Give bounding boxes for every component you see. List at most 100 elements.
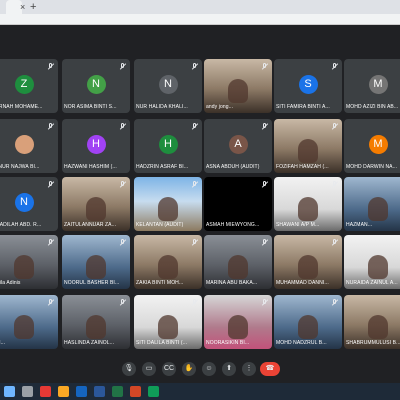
participant-tile[interactable]: N ORADILAH ABD. R... <box>0 177 58 231</box>
participant-name: MARINA ABU BAKA... <box>206 280 258 286</box>
participant-tile[interactable]: ZAITULANNUAR ZA... <box>62 177 130 231</box>
participant-avatar: Z <box>14 75 34 94</box>
participant-avatar: N <box>86 75 106 94</box>
participant-name: SHAWANI A/P M... <box>276 222 320 228</box>
participant-name: ZAKIA BINTI MOH... <box>136 280 184 286</box>
mic-off-icon <box>192 63 198 70</box>
mic-off-icon <box>262 299 268 306</box>
participant-tile[interactable]: KELANTAN (AUDIT) <box>134 177 202 231</box>
participant-tile[interactable]: N NOR ASIMA BINTI S... <box>62 59 130 113</box>
participant-name: ASNA ABDUH (AUDIT) <box>206 164 260 170</box>
participant-avatar: H <box>86 135 106 154</box>
participant-name: HAZMAN... <box>346 222 373 228</box>
participant-tile[interactable]: NURAIDA ZAINUL A... <box>344 235 400 289</box>
present-button[interactable]: ⬆ <box>222 362 236 376</box>
end-call-button[interactable]: ☎ <box>260 362 280 376</box>
raise-hand-button[interactable]: ✋ <box>182 362 196 376</box>
participant-name: NUR HALIDA KHALI... <box>136 104 188 110</box>
mic-off-icon <box>48 63 54 70</box>
participant-tile[interactable]: SIN... <box>0 295 58 349</box>
new-tab-icon[interactable]: + <box>30 1 36 13</box>
emoji-button[interactable]: ☺ <box>202 362 216 376</box>
participant-name: HAZWANI HASHIM (... <box>64 164 117 170</box>
mic-off-icon <box>262 123 268 130</box>
browser-tab[interactable]: × <box>6 0 25 14</box>
captions-button[interactable]: CC <box>162 362 176 376</box>
outlook-icon[interactable] <box>76 386 87 397</box>
participant-name: BARNAH MOHAME... <box>0 104 43 110</box>
participant-tile[interactable]: HASLINDA ZAINOL... <box>62 295 130 349</box>
mic-off-icon <box>262 239 268 246</box>
participant-tile[interactable]: ZAKIA BINTI MOH... <box>134 235 202 289</box>
participant-name: HASLINDA ZAINOL... <box>64 340 115 346</box>
camera-button[interactable]: ▭ <box>142 362 156 376</box>
word-icon[interactable] <box>94 386 105 397</box>
search-icon[interactable] <box>22 386 33 397</box>
participant-tile[interactable]: NOORUL BASHER BI... <box>62 235 130 289</box>
meeting-controls-bar: 🎙 ▭ CC ✋ ☺ ⬆ ⋮ ☎ <box>0 356 400 383</box>
participant-tile[interactable]: M MOHD AZIZI BIN AB... <box>344 59 400 113</box>
participant-avatar: A <box>228 135 248 154</box>
participant-tile[interactable]: S SITI FAMIRA BINTI A... <box>274 59 342 113</box>
mic-off-icon <box>48 299 54 306</box>
edge-icon[interactable] <box>148 386 159 397</box>
browser-address-bar[interactable] <box>0 14 400 25</box>
participant-name: NOORASIKIN BI... <box>206 340 250 346</box>
participant-avatar: N <box>14 193 34 212</box>
mic-off-icon <box>332 181 338 188</box>
mic-off-icon <box>48 181 54 188</box>
participant-video <box>228 79 248 103</box>
participant-video <box>228 315 248 339</box>
participant-tile[interactable]: SITI DALILA BINTI (... <box>134 295 202 349</box>
excel-icon[interactable] <box>112 386 123 397</box>
mic-off-icon <box>332 239 338 246</box>
participant-tile[interactable]: M MOHD DARWIN NA... <box>344 119 400 173</box>
participant-tile[interactable]: NOORASIKIN BI... <box>204 295 272 349</box>
participant-name: IK NUR NAJWA BI... <box>0 164 40 170</box>
participant-name: MOHD NADZRUL B... <box>276 340 327 346</box>
participant-tile[interactable]: H HAZWANI HASHIM (... <box>62 119 130 173</box>
participant-video <box>14 315 34 339</box>
participant-avatar: H <box>158 135 178 154</box>
participant-tile[interactable]: MOHD NADZRUL B... <box>274 295 342 349</box>
file-explorer-icon[interactable] <box>58 386 69 397</box>
participant-video <box>86 197 106 221</box>
more-options-button[interactable]: ⋮ <box>242 362 256 376</box>
participant-tile[interactable]: A ASNA ABDUH (AUDIT) <box>204 119 272 173</box>
mic-button[interactable]: 🎙 <box>122 362 136 376</box>
participant-tile[interactable]: MUHAMMAD DANNI... <box>274 235 342 289</box>
participant-video <box>368 255 388 279</box>
close-tab-icon[interactable]: × <box>20 2 25 12</box>
participant-video <box>298 139 318 163</box>
participant-tile[interactable]: Dalila Adinis <box>0 235 58 289</box>
participant-tile[interactable]: ASMAH MIEWYONG... <box>204 177 272 231</box>
participant-name: ASMAH MIEWYONG... <box>206 222 260 228</box>
powerpoint-icon[interactable] <box>130 386 141 397</box>
mic-off-icon <box>192 123 198 130</box>
participant-tile[interactable]: MARINA ABU BAKA... <box>204 235 272 289</box>
windows-start-icon[interactable] <box>4 386 15 397</box>
participant-tile[interactable]: HAZMAN... <box>344 177 400 231</box>
mic-off-icon <box>48 123 54 130</box>
participant-name: SHABRUMMULUSI B... <box>346 340 400 346</box>
participant-tile[interactable]: H HADZRIN ASRAF BI... <box>134 119 202 173</box>
participant-tile[interactable]: SHABRUMMULUSI B... <box>344 295 400 349</box>
participant-name: NOORUL BASHER BI... <box>64 280 120 286</box>
mic-off-icon <box>120 299 126 306</box>
participant-name: Dalila Adinis <box>0 280 21 286</box>
participant-avatar: M <box>368 135 388 154</box>
participant-tile[interactable]: Z BARNAH MOHAME... <box>0 59 58 113</box>
participant-name: SIN... <box>0 340 6 346</box>
chrome-icon[interactable] <box>40 386 51 397</box>
participant-tile[interactable]: N NUR HALIDA KHALI... <box>134 59 202 113</box>
participant-tile[interactable]: IK NUR NAJWA BI... <box>0 119 58 173</box>
participant-name: SITI DALILA BINTI (... <box>136 340 188 346</box>
participant-avatar: S <box>298 75 318 94</box>
mic-off-icon <box>332 123 338 130</box>
participant-tile[interactable]: andy jong... <box>204 59 272 113</box>
mic-off-icon <box>262 181 268 188</box>
participant-video <box>86 315 106 339</box>
participant-tile[interactable]: SHAWANI A/P M... <box>274 177 342 231</box>
participant-tile[interactable]: FOZIFAH HAMZAH (... <box>274 119 342 173</box>
participant-name: KELANTAN (AUDIT) <box>136 222 184 228</box>
